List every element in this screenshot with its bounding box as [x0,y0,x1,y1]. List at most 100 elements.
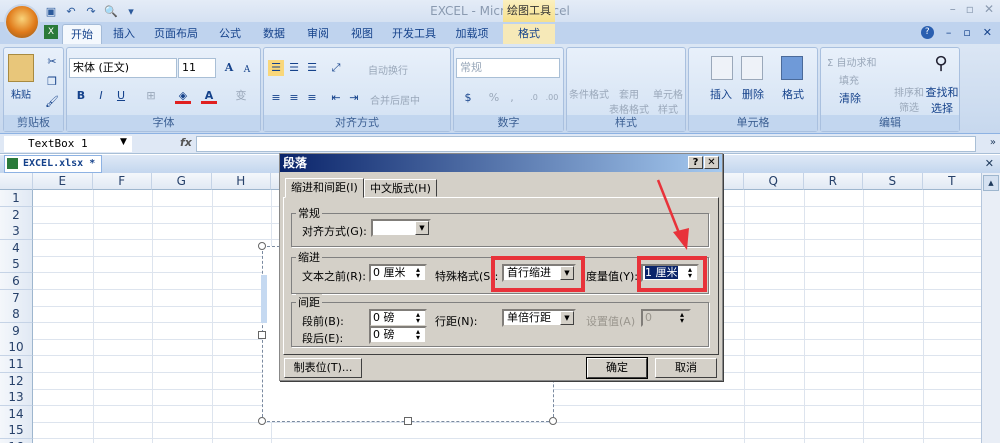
space-before-input[interactable]: 0 磅 ▴ ▾ [369,309,427,327]
autosum-button[interactable]: Σ 自动求和 [827,54,877,69]
align-middle-icon[interactable]: ☰ [286,60,302,76]
formula-input[interactable] [196,136,976,152]
column-header-s[interactable]: S [863,173,923,190]
tabs-button[interactable]: 制表位(T)... [284,358,362,378]
shrink-font-button[interactable]: A [239,62,255,78]
resize-handle[interactable] [258,417,266,425]
spinner-icon[interactable]: ▴ ▾ [412,328,424,342]
decrease-indent-icon[interactable]: ⇤ [328,90,344,106]
grow-font-button[interactable]: A [221,60,237,76]
delete-cells-button[interactable]: 删除 [735,86,771,102]
increase-indent-icon[interactable]: ⇥ [346,90,362,106]
cut-icon[interactable]: ✂ [44,54,60,70]
number-format-combo[interactable]: 常规 [456,58,560,78]
column-header-f[interactable]: F [92,173,152,190]
comma-button[interactable]: , [504,90,520,106]
row-header-14[interactable]: 14 [0,405,33,423]
maximize-button[interactable]: ▫ [966,2,974,16]
row-header-8[interactable]: 8 [0,306,33,324]
expand-formula-bar-icon[interactable]: » [990,137,996,148]
tab-insert[interactable]: 插入 [104,24,144,44]
resize-handle[interactable] [258,242,266,250]
percent-button[interactable]: % [486,90,502,106]
column-header-q[interactable]: Q [744,173,804,190]
column-header-g[interactable]: G [152,173,212,190]
row-header-2[interactable]: 2 [0,206,33,224]
space-after-input[interactable]: 0 磅 ▴ ▾ [369,326,427,344]
format-as-table-button[interactable]: 套用 表格格式 [609,86,649,116]
column-header-e[interactable]: E [33,173,93,190]
spinner-icon[interactable]: ▴ ▾ [412,266,424,280]
resize-handle[interactable] [404,417,412,425]
tab-page-layout[interactable]: 页面布局 [148,24,204,44]
alignment-select[interactable]: ▼ [371,219,431,237]
scroll-up-button[interactable]: ▲ [983,175,999,191]
name-box-dropdown-icon[interactable]: ▼ [120,137,127,147]
insert-function-button[interactable]: fx [180,136,192,149]
font-color-button[interactable]: A [201,88,217,104]
column-header-r[interactable]: R [803,173,863,190]
underline-button[interactable]: U [113,88,129,104]
at-input[interactable]: 0 ▴ ▾ [641,309,691,327]
tab-asian-typography[interactable]: 中文版式(H) [364,179,437,197]
row-header-7[interactable]: 7 [0,289,33,307]
border-icon[interactable]: ⊞ [143,88,159,104]
workbook-tab[interactable]: EXCEL.xlsx * [4,155,102,173]
paste-icon[interactable] [8,54,34,82]
row-header-12[interactable]: 12 [0,372,33,390]
tab-format[interactable]: 格式 [503,24,555,44]
save-icon[interactable]: ▣ [44,5,58,19]
ok-button[interactable]: 确定 [586,357,648,379]
tab-addins[interactable]: 加载项 [448,24,496,44]
align-center-icon[interactable]: ≡ [286,90,302,106]
phonetic-button[interactable]: 变 [233,88,249,104]
row-header-6[interactable]: 6 [0,273,33,290]
row-header-11[interactable]: 11 [0,356,33,373]
doc-restore-button[interactable]: ▫ [963,26,970,39]
spinner-icon[interactable]: ▴ ▾ [412,311,424,325]
column-header-t[interactable]: T [922,173,981,190]
doc-close-button[interactable]: ✕ [983,26,992,39]
cell-styles-button[interactable]: 单元格 样式 [651,86,685,116]
decrease-decimal-button[interactable]: .00 [544,90,560,106]
font-size-combo[interactable]: 11 [178,58,216,78]
dialog-close-button[interactable]: ✕ [704,156,719,169]
select-all-corner[interactable] [0,173,33,190]
before-text-input[interactable]: 0 厘米 ▴ ▾ [369,264,427,282]
wrap-text-button[interactable]: 自动换行 [368,62,432,77]
format-cells-button[interactable]: 格式 [775,86,811,102]
vertical-scrollbar[interactable]: ▲ [981,173,1000,443]
font-name-combo[interactable]: 宋体 (正文) [69,58,177,78]
close-button[interactable]: ✕ [984,2,994,16]
help-icon[interactable]: ? [920,26,934,39]
accounting-icon[interactable]: $ [460,90,476,106]
tab-home[interactable]: 开始 [62,24,102,44]
increase-decimal-button[interactable]: .0 [526,90,542,106]
insert-cells-button[interactable]: 插入 [703,86,739,102]
resize-handle[interactable] [549,417,557,425]
find-select-button[interactable]: 查找和 选择 [925,84,959,116]
italic-button[interactable]: I [93,88,109,104]
customize-qat-icon[interactable]: ▾ [124,5,138,19]
row-header-9[interactable]: 9 [0,322,33,340]
help-button[interactable]: ? [688,156,703,169]
redo-icon[interactable]: ↷ [84,5,98,19]
office-button[interactable] [4,4,40,40]
orientation-icon[interactable]: ⤢ [328,60,344,76]
tab-formulas[interactable]: 公式 [210,24,250,44]
tab-review[interactable]: 审阅 [298,24,338,44]
row-header-4[interactable]: 4 [0,239,33,257]
fill-button[interactable]: 填充 [839,72,859,87]
print-preview-icon[interactable]: 🔍 [104,5,118,19]
sort-filter-button[interactable]: 排序和 筛选 [893,84,925,114]
align-left-icon[interactable]: ≡ [268,90,284,106]
bold-button[interactable]: B [73,88,89,104]
minimize-button[interactable]: – [950,2,956,16]
tab-indents-spacing[interactable]: 缩进和间距(I) [285,178,364,198]
dropdown-arrow-icon[interactable]: ▼ [415,221,429,235]
resize-handle[interactable] [258,331,266,339]
row-header-16[interactable]: 16 [0,439,33,443]
format-painter-icon[interactable]: 🖌 [44,94,60,110]
paste-button[interactable]: 粘贴 [6,86,36,101]
copy-icon[interactable]: ❐ [44,74,60,90]
